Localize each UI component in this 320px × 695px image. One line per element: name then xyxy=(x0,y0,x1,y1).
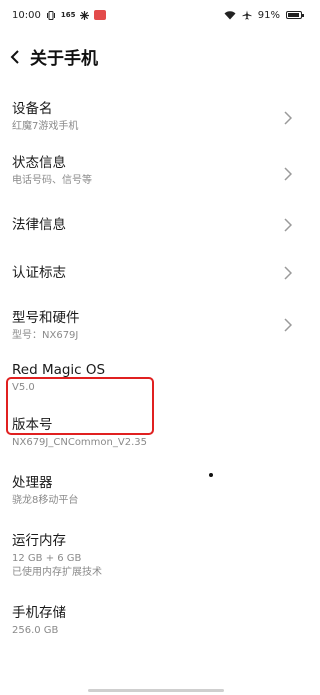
list-item-certification[interactable]: 认证标志 xyxy=(0,249,312,297)
list-item-legal-info[interactable]: 法律信息 xyxy=(0,201,312,249)
item-title: 认证标志 xyxy=(12,265,66,281)
item-subtitle: 红魔7游戏手机 xyxy=(12,121,79,132)
chevron-right-icon xyxy=(284,266,292,280)
item-title: 法律信息 xyxy=(12,217,66,233)
item-title: 型号和硬件 xyxy=(12,310,80,326)
item-subtitle: 12 GB + 6 GB xyxy=(12,553,82,564)
status-bar-right: 91% xyxy=(224,9,304,21)
item-subtitle-secondary: 已使用内存扩展技术 xyxy=(12,567,102,578)
list-item-device-name[interactable]: 设备名 红魔7游戏手机 xyxy=(0,90,312,146)
home-indicator[interactable] xyxy=(88,689,224,692)
item-title: 状态信息 xyxy=(12,155,66,171)
network-speed: 165 xyxy=(60,10,76,19)
clock: 10:00 xyxy=(12,9,41,21)
battery-icon xyxy=(286,11,304,19)
list-item-model-hardware[interactable]: 型号和硬件 型号：NX679J xyxy=(0,297,312,353)
chevron-right-icon xyxy=(284,318,292,332)
page-title: 关于手机 xyxy=(30,49,98,69)
highlight-box xyxy=(6,377,154,435)
item-subtitle: 256.0 GB xyxy=(12,625,59,636)
item-subtitle: 电话号码、信号等 xyxy=(12,175,92,186)
status-bar-left: 10:00 165 xyxy=(12,9,107,21)
fan-icon xyxy=(80,10,90,20)
battery-percent: 91% xyxy=(257,9,280,21)
item-title: 运行内存 xyxy=(12,533,66,549)
item-subtitle: NX679J_CNCommon_V2.35 xyxy=(12,437,147,448)
list-item-ram: 运行内存 12 GB + 6 GB 已使用内存扩展技术 xyxy=(0,526,312,600)
item-title: 处理器 xyxy=(12,475,53,491)
settings-list: 设备名 红魔7游戏手机 状态信息 电话号码、信号等 法律信息 认证标志 型号和硬… xyxy=(0,90,312,650)
wifi-icon xyxy=(224,10,236,19)
list-item-processor: 处理器 骁龙8移动平台 xyxy=(0,468,312,526)
item-subtitle: 型号：NX679J xyxy=(12,330,79,341)
back-arrow-icon[interactable] xyxy=(10,45,24,69)
list-item-storage: 手机存储 256.0 GB xyxy=(0,600,312,650)
status-bar: 10:00 165 91% xyxy=(0,0,312,30)
item-title: 手机存储 xyxy=(12,605,66,621)
page-header: 关于手机 xyxy=(10,44,98,69)
item-subtitle: 骁龙8移动平台 xyxy=(12,495,79,506)
app-notification-icon xyxy=(94,10,107,20)
chevron-right-icon xyxy=(284,166,292,181)
chevron-right-icon xyxy=(284,218,292,232)
item-title: 设备名 xyxy=(12,101,53,117)
airplane-icon xyxy=(242,10,252,20)
chevron-right-icon xyxy=(284,111,292,125)
vibrate-icon xyxy=(46,10,55,20)
touch-indicator xyxy=(209,473,213,477)
list-item-status-info[interactable]: 状态信息 电话号码、信号等 xyxy=(0,146,312,201)
